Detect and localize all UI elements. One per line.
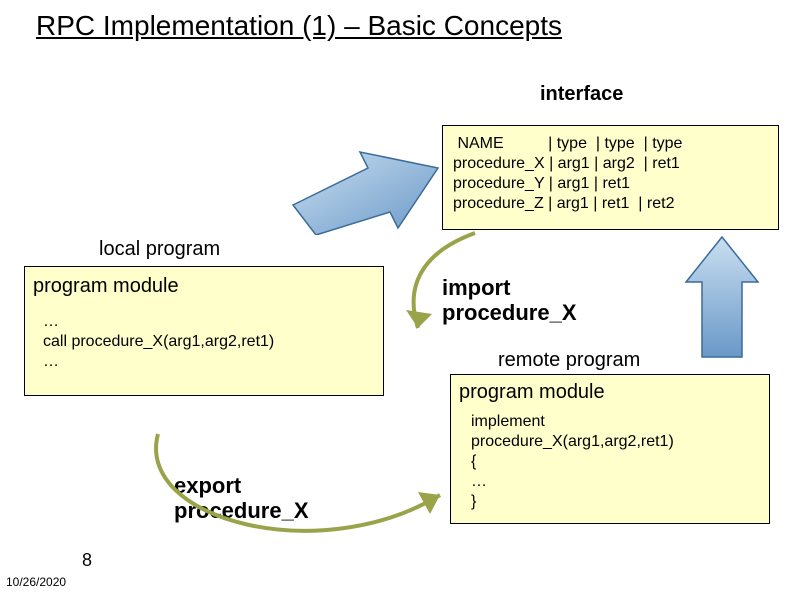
local-program-label: local program xyxy=(99,238,220,261)
interface-line-2: procedure_X | arg1 | arg2 | ret1 xyxy=(453,154,768,174)
local-module-heading: program module xyxy=(33,275,375,298)
interface-box: NAME | type | type | type procedure_X | … xyxy=(442,125,779,230)
local-module-body-3: … xyxy=(43,352,375,372)
arrow-remote-to-interface-icon xyxy=(680,232,765,362)
remote-module-body-2: procedure_X(arg1,arg2,ret1) xyxy=(471,432,761,452)
footer-date: 10/26/2020 xyxy=(6,575,66,589)
remote-module-body-1: implement xyxy=(471,412,761,432)
remote-program-module-box: program module implement procedure_X(arg… xyxy=(450,374,770,524)
local-module-body-1: … xyxy=(43,312,375,332)
local-program-module-box: program module … call procedure_X(arg1,a… xyxy=(24,266,384,396)
remote-module-body-5: } xyxy=(471,492,761,512)
remote-program-label: remote program xyxy=(498,349,640,372)
footer-page-number: 8 xyxy=(82,550,92,571)
arrow-to-interface-icon xyxy=(278,140,448,235)
interface-label: interface xyxy=(540,83,623,106)
curve-arrow-interface-to-import-icon xyxy=(380,228,500,348)
local-module-body-2: call procedure_X(arg1,arg2,ret1) xyxy=(43,332,375,352)
remote-module-heading: program module xyxy=(459,381,761,404)
interface-line-3: procedure_Y | arg1 | ret1 xyxy=(453,174,768,194)
interface-line-1: NAME | type | type | type xyxy=(453,134,768,154)
interface-line-4: procedure_Z | arg1 | ret1 | ret2 xyxy=(453,194,768,214)
slide-title: RPC Implementation (1) – Basic Concepts xyxy=(36,10,562,42)
remote-module-body-4: … xyxy=(471,472,761,492)
curve-arrow-export-to-remote-icon xyxy=(140,400,460,570)
remote-module-body-3: { xyxy=(471,452,761,472)
